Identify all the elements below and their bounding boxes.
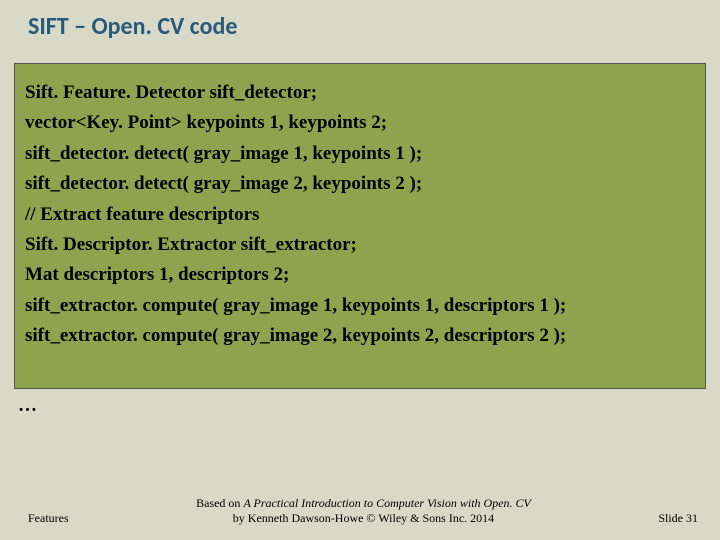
footer-book-title: A Practical Introduction to Computer Vis… — [243, 496, 530, 510]
code-line: sift_detector. detect( gray_image 2, key… — [25, 169, 695, 199]
footer-attribution: Based on A Practical Introduction to Com… — [69, 496, 659, 526]
footer-section-label: Features — [28, 511, 69, 526]
footer-suffix: by Kenneth Dawson-Howe © Wiley & Sons In… — [233, 511, 494, 525]
footer-slide-number: Slide 31 — [658, 511, 698, 526]
footer: Features Based on A Practical Introducti… — [0, 496, 720, 526]
code-line: sift_extractor. compute( gray_image 2, k… — [25, 321, 695, 351]
code-line: Mat descriptors 1, descriptors 2; — [25, 260, 695, 290]
code-box: Sift. Feature. Detector sift_detector; v… — [14, 63, 706, 389]
code-line: Sift. Descriptor. Extractor sift_extract… — [25, 230, 695, 260]
footer-prefix: Based on — [196, 496, 243, 510]
code-line: Sift. Feature. Detector sift_detector; — [25, 78, 695, 108]
ellipsis: … — [0, 389, 720, 417]
code-line: // Extract feature descriptors — [25, 200, 695, 230]
code-line: sift_extractor. compute( gray_image 1, k… — [25, 291, 695, 321]
code-line: vector<Key. Point> keypoints 1, keypoint… — [25, 108, 695, 138]
code-line: sift_detector. detect( gray_image 1, key… — [25, 139, 695, 169]
slide-title: SIFT – Open. CV code — [0, 0, 720, 41]
